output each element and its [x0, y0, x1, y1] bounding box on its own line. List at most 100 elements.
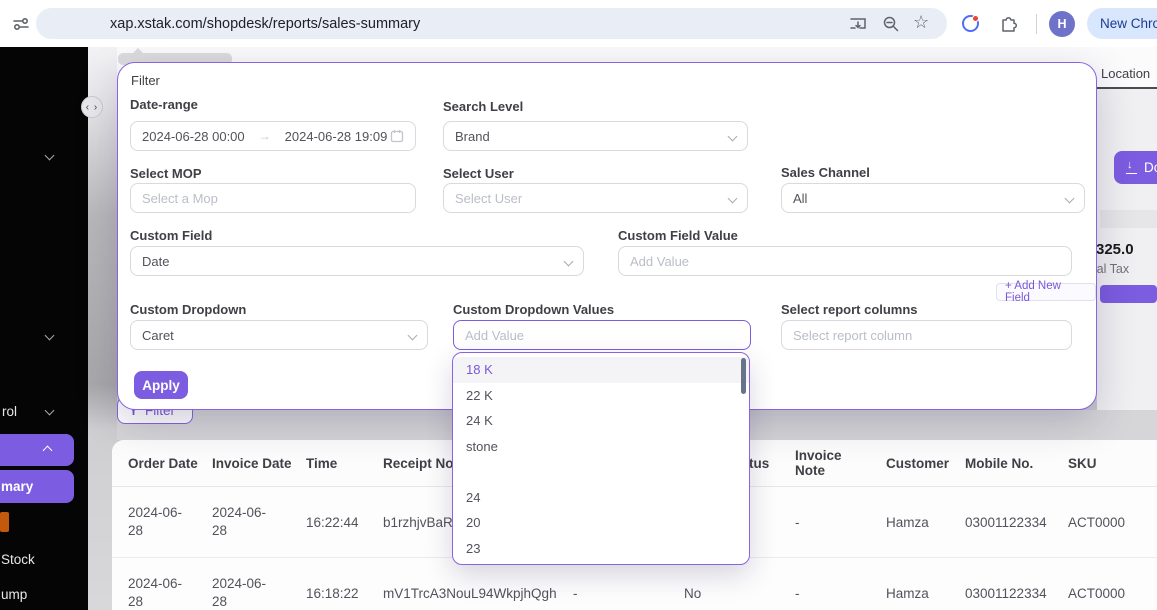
custom-field-label: Custom Field: [130, 228, 212, 243]
select-user-select[interactable]: Select User: [443, 183, 748, 213]
table-cell: 03001122334: [965, 586, 1068, 601]
table-cell: -: [795, 586, 886, 601]
chevron-down-icon[interactable]: [45, 331, 55, 341]
location-label: Location: [1101, 66, 1150, 81]
profile-avatar[interactable]: H: [1049, 11, 1075, 37]
sidebar: rol mary Stock ump: [0, 47, 88, 610]
chevron-down-icon[interactable]: [45, 406, 55, 416]
date-range-label: Date-range: [130, 97, 198, 112]
calendar-icon: [390, 129, 404, 143]
sales-channel-label: Sales Channel: [781, 165, 870, 180]
table-cell: Hamza: [886, 586, 965, 601]
select-mop-label: Select MOP: [130, 166, 202, 181]
apply-button[interactable]: Apply: [134, 371, 188, 399]
custom-field-value-input[interactable]: [618, 246, 1072, 276]
sales-channel-value: All: [793, 191, 807, 206]
custom-field-value-text: Date: [142, 254, 169, 269]
table-cell: ACT0000: [1068, 586, 1157, 601]
date-range-start: 2024-06-28 00:00: [142, 129, 245, 144]
chevron-down-icon[interactable]: [45, 151, 55, 161]
partial-button-fragment[interactable]: [1100, 285, 1157, 303]
bookmark-star-icon[interactable]: ☆: [913, 12, 929, 33]
chevron-down-icon: [728, 131, 738, 141]
browser-extension-icon[interactable]: [962, 15, 979, 32]
table-cell: ACT0000: [1068, 515, 1157, 530]
sidebar-item-fragment[interactable]: rol: [2, 404, 17, 419]
modal-title: Filter: [131, 73, 160, 88]
search-level-select[interactable]: Brand: [443, 121, 748, 151]
dropdown-option[interactable]: 20: [453, 510, 749, 536]
chevron-down-icon: [564, 256, 574, 266]
url-text[interactable]: xap.xstak.com/shopdesk/reports/sales-sum…: [110, 16, 420, 32]
select-report-columns-field[interactable]: [793, 328, 1060, 343]
table-cell: 2024-06-28: [212, 504, 306, 540]
table-cell: 2024-06-28: [128, 575, 212, 610]
scrollbar-thumb[interactable]: [741, 358, 746, 394]
table-cell: 2024-06-28: [212, 575, 306, 610]
dropdown-option[interactable]: [453, 459, 749, 485]
new-chrome-button[interactable]: New Chrome: [1087, 8, 1157, 39]
dropdown-option[interactable]: 24 K: [453, 408, 749, 434]
column-header: Customer: [886, 456, 965, 471]
toolbar-separator: [1036, 14, 1037, 34]
install-app-icon[interactable]: [848, 14, 868, 34]
add-new-field-button[interactable]: + Add New Field: [996, 283, 1096, 301]
table-cell: 16:22:44: [306, 515, 383, 530]
sidebar-item-active[interactable]: mary: [0, 470, 74, 503]
column-header: Invoice Date: [212, 456, 306, 471]
custom-dropdown-select[interactable]: Caret: [130, 320, 428, 350]
custom-dropdown-values-input[interactable]: [453, 320, 751, 350]
custom-dropdown-value: Caret: [142, 328, 174, 343]
select-mop-field[interactable]: [142, 191, 404, 206]
table-row[interactable]: 2024-06-282024-06-2816:18:22mV1TrcA3NouL…: [112, 558, 1157, 610]
tune-icon[interactable]: [11, 14, 31, 34]
dropdown-option[interactable]: 18 K: [453, 357, 749, 383]
dropdown-option[interactable]: 23: [453, 536, 749, 562]
column-header: Time: [306, 456, 383, 471]
column-header: Order Date: [128, 456, 212, 471]
range-arrow-icon: →: [259, 129, 271, 143]
sidebar-item-active-parent[interactable]: [0, 434, 74, 466]
select-user-label: Select User: [443, 166, 514, 181]
select-report-columns-input[interactable]: [781, 320, 1072, 350]
download-label: Download: [1144, 160, 1157, 175]
custom-field-select[interactable]: Date: [130, 246, 584, 276]
stat-card-strip: [1100, 210, 1157, 228]
download-button[interactable]: Download: [1114, 151, 1157, 184]
custom-field-value-field[interactable]: [630, 254, 1060, 269]
browser-toolbar: xap.xstak.com/shopdesk/reports/sales-sum…: [0, 0, 1157, 47]
custom-dropdown-label: Custom Dropdown: [130, 302, 246, 317]
custom-dropdown-values-label: Custom Dropdown Values: [453, 302, 614, 317]
sales-channel-select[interactable]: All: [781, 183, 1085, 213]
chevron-down-icon: [408, 330, 418, 340]
date-range-input[interactable]: 2024-06-28 00:00 → 2024-06-28 19:09: [130, 121, 416, 151]
stat-value: 325.0: [1096, 241, 1134, 258]
table-cell: mV1TrcA3NouL94WkpjhQgh: [383, 586, 573, 601]
sidebar-collapse-toggle[interactable]: ‹ ›: [81, 96, 103, 118]
search-level-label: Search Level: [443, 99, 523, 114]
chevron-down-icon: [728, 193, 738, 203]
dropdown-option[interactable]: 22 K: [453, 383, 749, 409]
zoom-out-icon[interactable]: [881, 14, 901, 34]
extensions-puzzle-icon[interactable]: [999, 14, 1019, 34]
table-cell: -: [795, 515, 886, 530]
sidebar-item-fragment[interactable]: ump: [1, 587, 27, 602]
dropdown-option[interactable]: stone: [453, 434, 749, 460]
sidebar-item-orange-fragment[interactable]: [0, 512, 9, 532]
select-mop-input[interactable]: [130, 183, 416, 213]
custom-field-value-label: Custom Field Value: [618, 228, 738, 243]
sidebar-item-fragment[interactable]: Stock: [1, 552, 35, 567]
column-header: SKU: [1068, 456, 1157, 471]
date-range-end: 2024-06-28 19:09: [285, 129, 388, 144]
table-cell: 03001122334: [965, 515, 1068, 530]
custom-dropdown-values-field[interactable]: [465, 328, 739, 343]
chevron-up-icon: [43, 446, 53, 456]
column-header: Mobile No.: [965, 456, 1068, 471]
select-user-placeholder: Select User: [455, 191, 522, 206]
dropdown-option[interactable]: 24: [453, 485, 749, 511]
location-selector[interactable]: Location: [1101, 66, 1157, 81]
table-cell: Hamza: [886, 515, 965, 530]
chevron-down-icon: [1065, 193, 1075, 203]
search-level-value: Brand: [455, 129, 490, 144]
download-icon: [1126, 162, 1136, 174]
